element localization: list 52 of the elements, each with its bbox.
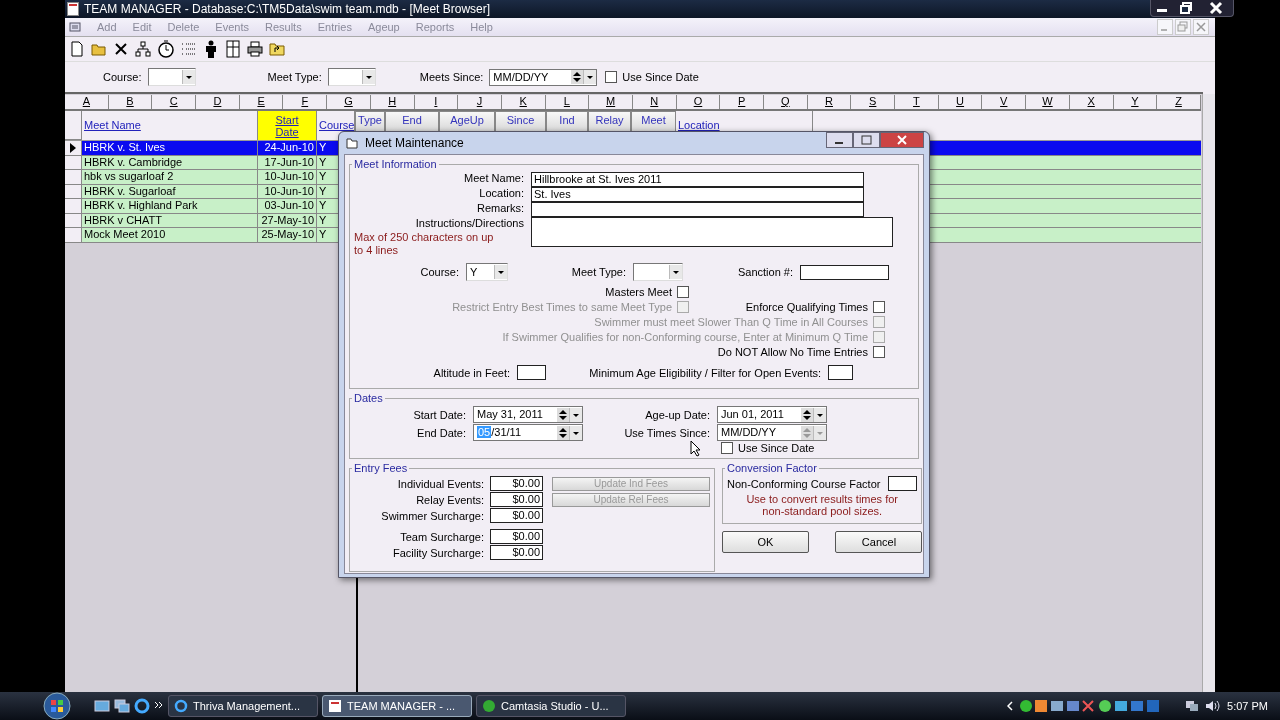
- clock: 5:07 PM: [1227, 700, 1268, 712]
- field-label: Course:: [103, 71, 142, 83]
- group-title: Conversion Factor: [726, 462, 818, 474]
- field-label: Swimmer Surcharge:: [380, 509, 484, 522]
- table-cell: Mock Meet 2010: [82, 228, 258, 242]
- checkbox-label: Use Since Date: [622, 71, 699, 83]
- checkbox-label: If Swimmer Qualifies for non-Conforming course, Enter at Minimum Q Time: [502, 330, 868, 343]
- field-label: Meet Name:: [463, 172, 525, 184]
- field-label: Meet Type:: [267, 71, 322, 83]
- table-cell: 10-Jun-10: [258, 170, 317, 184]
- field-label: Altitude in Feet:: [432, 366, 510, 379]
- field-label: Sanction #:: [736, 266, 793, 278]
- table-cell: HBRK v CHATT: [82, 213, 258, 227]
- field-label: Use Times Since:: [623, 426, 710, 439]
- field-label: Remarks:: [475, 202, 525, 214]
- table-cell: HBRK v. Cambridge: [82, 155, 258, 169]
- table-cell: HBRK v. St. Ives: [82, 141, 258, 155]
- table-cell: 10-Jun-10: [258, 184, 317, 198]
- table-cell: 17-Jun-10: [258, 155, 317, 169]
- field-label: End Date:: [416, 426, 466, 439]
- group-title: Meet Information: [353, 158, 438, 170]
- table-cell: 24-Jun-10: [258, 141, 317, 155]
- field-label: Meets Since:: [419, 71, 484, 83]
- field-label: Non-Conforming Course Factor: [727, 477, 881, 490]
- field-label: Instructions/Directions: [414, 217, 524, 229]
- table-cell: HBRK v. Highland Park: [82, 199, 258, 213]
- field-label: Meet Type:: [570, 266, 626, 278]
- table-cell: hbk vs sugarloaf 2: [82, 170, 258, 184]
- hint-text: Use to convert results times for non-standard pool sizes.: [745, 493, 899, 517]
- group-title: Entry Fees: [353, 462, 409, 474]
- field-label: Relay Events:: [415, 493, 484, 506]
- field-label: Start Date:: [412, 408, 466, 421]
- table-cell: HBRK v. Sugarloaf: [82, 184, 258, 198]
- field-label: Facility Surcharge:: [391, 546, 484, 559]
- field-label: Minimum Age Eligibility / Filter for Open Events:: [588, 366, 821, 379]
- group-title: Dates: [353, 392, 384, 404]
- field-label: Individual Events:: [396, 477, 484, 490]
- field-label: Age-up Date:: [644, 408, 710, 421]
- checkbox-label: Restrict Entry Best Times to same Meet Type: [452, 300, 672, 313]
- field-label: Location:: [478, 187, 525, 199]
- checkbox-label: Masters Meet: [605, 285, 672, 298]
- checkbox-label: Use Since Date: [738, 442, 815, 454]
- table-cell: 27-May-10: [258, 213, 317, 227]
- checkbox-label: Do NOT Allow No Time Entries: [717, 345, 868, 358]
- hint-text: Max of 250 characters on up to 4 lines: [354, 231, 495, 257]
- checkbox-label: Swimmer must meet Slower Than Q Time in All Courses: [594, 315, 868, 328]
- checkbox-label: Enforce Qualifying Times: [745, 300, 868, 313]
- table-cell: 03-Jun-10: [258, 199, 317, 213]
- field-label: Team Surcharge:: [399, 530, 484, 543]
- table-cell: 25-May-10: [258, 228, 317, 242]
- window-title: TEAM MANAGER - Database:C:\TM5Data\swim team.mdb - [Meet Browser]: [84, 2, 491, 16]
- field-label: Course:: [419, 266, 459, 278]
